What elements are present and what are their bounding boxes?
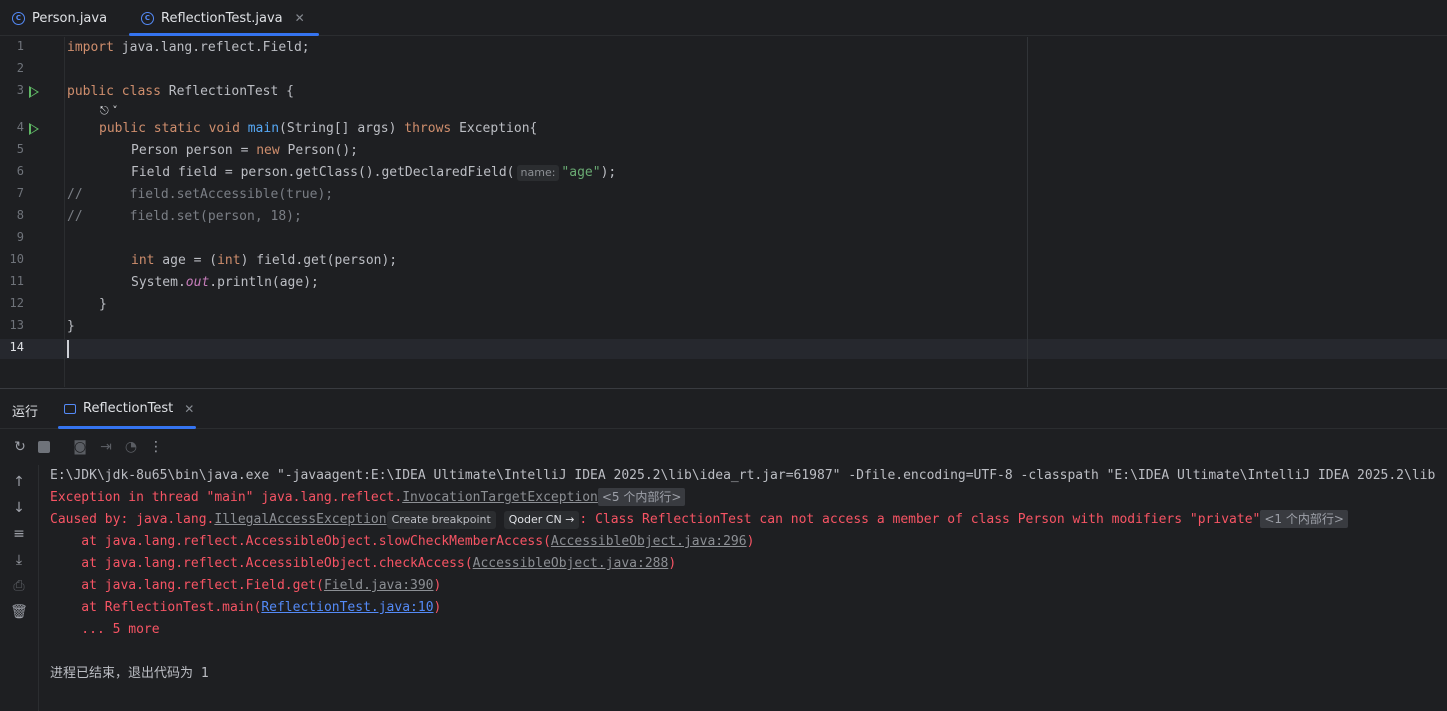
stack-trace-more: ... 5 more xyxy=(50,622,160,637)
stack-trace-line: at ReflectionTest.main(ReflectionTest.ja… xyxy=(50,600,442,615)
close-icon[interactable]: ✕ xyxy=(295,11,305,25)
run-tool-window: 运行 ReflectionTest ✕ ↻ ◙ ⇥ ◔ ⋮ ↑ ↓ ≡ ⤓ ⎙ … xyxy=(0,388,1447,711)
code-line: // field.setAccessible(true); xyxy=(67,187,334,202)
line-number: 1 xyxy=(16,39,24,53)
source-link[interactable]: ReflectionTest.java:10 xyxy=(261,600,433,615)
run-config-tab[interactable]: ReflectionTest ✕ xyxy=(64,401,194,416)
stop-icon[interactable] xyxy=(38,441,50,453)
process-exit-message: 进程已结束，退出代码为 1 xyxy=(50,666,209,681)
print-icon[interactable]: ⎙ xyxy=(10,577,28,595)
close-icon[interactable]: ✕ xyxy=(184,402,194,416)
source-link[interactable]: AccessibleObject.java:288 xyxy=(473,556,669,571)
line-number: 12 xyxy=(9,296,24,310)
line-number: 6 xyxy=(16,164,24,178)
editor-tab-bar: C Person.java C ReflectionTest.java ✕ xyxy=(0,0,1447,36)
exception-link[interactable]: IllegalAccessException xyxy=(214,512,386,527)
gauge-icon[interactable]: ◔ xyxy=(123,439,139,455)
tab-reflectiontest-java[interactable]: C ReflectionTest.java ✕ xyxy=(129,0,319,36)
run-tab-label: ReflectionTest xyxy=(83,401,174,416)
run-toolbar: ↻ ◙ ⇥ ◔ ⋮ xyxy=(0,429,1447,465)
line-number: 10 xyxy=(9,252,24,266)
console-exception-line: ›Exception in thread "main" java.lang.re… xyxy=(50,487,686,509)
camera-icon[interactable]: ◙ xyxy=(72,439,88,455)
soft-wrap-icon[interactable]: ≡ xyxy=(10,525,28,543)
run-gutter-icon[interactable] xyxy=(29,123,39,135)
code-line: Field field = person.getClass().getDecla… xyxy=(131,165,617,181)
current-line-highlight xyxy=(0,339,1447,359)
line-number: 14 xyxy=(9,340,24,354)
code-line: int age = (int) field.get(person); xyxy=(131,253,398,268)
stack-trace-line: at java.lang.reflect.AccessibleObject.sl… xyxy=(50,534,755,549)
right-margin-guide xyxy=(1027,37,1028,387)
line-number: 8 xyxy=(16,208,24,222)
exit-icon[interactable]: ⇥ xyxy=(98,439,114,455)
line-number: 5 xyxy=(16,142,24,156)
line-number: 9 xyxy=(16,230,24,244)
gutter: 1 2 3 4 5 6 7 8 9 10 11 12 13 14 xyxy=(0,37,64,387)
code-line: import java.lang.reflect.Field; xyxy=(67,40,310,55)
source-link[interactable]: Field.java:390 xyxy=(324,578,434,593)
line-number: 4 xyxy=(16,120,24,134)
line-number: 3 xyxy=(16,83,24,97)
tab-person-java[interactable]: C Person.java xyxy=(12,0,107,36)
text-caret xyxy=(67,340,69,358)
scroll-to-end-icon[interactable]: ⤓ xyxy=(10,551,28,569)
create-breakpoint-button[interactable]: Create breakpoint xyxy=(386,511,496,529)
source-link[interactable]: AccessibleObject.java:296 xyxy=(551,534,747,549)
line-number: 11 xyxy=(9,274,24,288)
line-number: 13 xyxy=(9,318,24,332)
run-gutter-icon[interactable] xyxy=(29,86,39,98)
arrow-up-icon[interactable]: ↑ xyxy=(10,473,28,491)
trash-icon[interactable]: 🗑 xyxy=(10,603,28,621)
stack-trace-line: at java.lang.reflect.AccessibleObject.ch… xyxy=(50,556,677,571)
ai-assist-icon[interactable]: ⎋ ˅ xyxy=(100,104,118,118)
console-icon xyxy=(64,403,76,414)
gutter-divider xyxy=(64,37,65,387)
console-side-toolbar: ↑ ↓ ≡ ⤓ ⎙ 🗑 xyxy=(0,465,39,711)
line-number: 7 xyxy=(16,186,24,200)
exception-link[interactable]: InvocationTargetException xyxy=(402,490,598,505)
code-line: public static void main(String[] args) t… xyxy=(99,121,538,136)
code-line: } xyxy=(99,297,107,312)
code-editor[interactable]: 1 2 3 4 5 6 7 8 9 10 11 12 13 14 import … xyxy=(0,37,1447,387)
runnable-class-icon: C xyxy=(141,11,154,25)
arrow-down-icon[interactable]: ↓ xyxy=(10,499,28,517)
rerun-icon[interactable]: ↻ xyxy=(12,439,28,455)
parameter-hint: name: xyxy=(516,165,560,181)
class-icon: C xyxy=(12,11,25,25)
folded-lines-badge[interactable]: <1 个内部行> xyxy=(1260,510,1348,528)
tab-label: ReflectionTest.java xyxy=(161,10,283,26)
console-command-line: E:\JDK\jdk-8u65\bin\java.exe "-javaagent… xyxy=(50,468,1436,483)
code-line: public class ReflectionTest { xyxy=(67,84,294,99)
console-output[interactable]: E:\JDK\jdk-8u65\bin\java.exe "-javaagent… xyxy=(50,465,1447,711)
code-line: Person person = new Person(); xyxy=(131,143,358,158)
run-header: 运行 ReflectionTest ✕ xyxy=(0,389,1447,429)
console-cause-line: ›Caused by: java.lang.IllegalAccessExcep… xyxy=(50,509,1348,531)
code-line: } xyxy=(67,319,75,334)
line-number: 2 xyxy=(16,61,24,75)
qoder-button[interactable]: Qoder CN → xyxy=(503,511,580,529)
folded-lines-badge[interactable]: <5 个内部行> xyxy=(597,488,686,506)
code-line: // field.set(person, 18); xyxy=(67,209,302,224)
tab-label: Person.java xyxy=(32,10,108,26)
more-options-icon[interactable]: ⋮ xyxy=(148,439,164,455)
stack-trace-line: at java.lang.reflect.Field.get(Field.jav… xyxy=(50,578,442,593)
code-line: System.out.println(age); xyxy=(131,275,319,290)
run-window-title: 运行 xyxy=(12,405,39,420)
